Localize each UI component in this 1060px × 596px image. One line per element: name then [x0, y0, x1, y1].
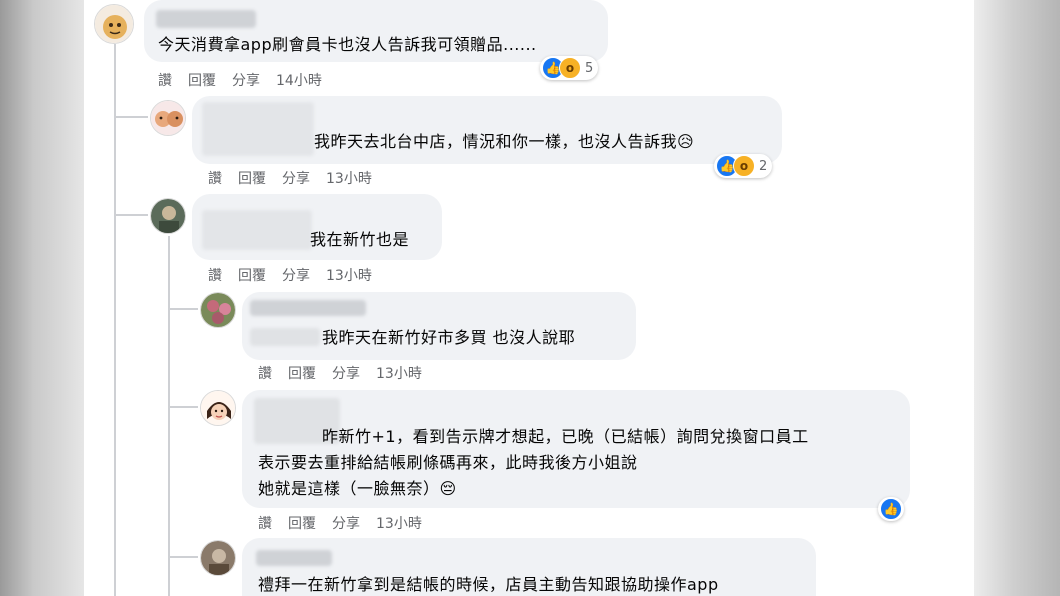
avatar-image — [151, 101, 185, 135]
thread-line — [114, 214, 148, 216]
reply-button[interactable]: 回覆 — [288, 363, 316, 383]
like-button[interactable]: 讚 — [208, 168, 222, 188]
avatar[interactable] — [200, 292, 236, 328]
avatar-image — [201, 293, 235, 327]
like-reaction-icon: 👍 — [880, 498, 902, 520]
avatar-image — [151, 199, 185, 233]
thread-line — [168, 406, 198, 408]
comment-text: 我昨天在新竹好市多買 也沒人說耶 — [322, 328, 576, 347]
timestamp[interactable]: 13小時 — [376, 363, 422, 383]
comment-text: 今天消費拿app刷會員卡也沒人告訴我可領贈品...... — [158, 35, 537, 54]
share-button[interactable]: 分享 — [282, 168, 310, 188]
comment-text: 禮拜一在新竹拿到是結帳的時候，店員主動告知跟協助操作app — [258, 575, 719, 594]
like-button[interactable]: 讚 — [208, 265, 222, 285]
wow-reaction-icon: o — [733, 155, 755, 177]
timestamp[interactable]: 13小時 — [376, 513, 422, 533]
pensive-emoji-icon: 😔 — [439, 479, 457, 498]
comment-text-body: 她就是這樣（一臉無奈） — [258, 479, 440, 498]
reaction-summary[interactable]: 👍 — [878, 497, 904, 521]
timestamp[interactable]: 13小時 — [326, 265, 372, 285]
comment-bubble: 我在新竹也是 — [192, 194, 442, 260]
comment-text-body: 我昨天去北台中店，情況和你一樣，也沒人告訴我 — [314, 132, 678, 151]
reply-button[interactable]: 回覆 — [238, 168, 266, 188]
thread-line — [168, 308, 198, 310]
author-name-blurred[interactable] — [250, 300, 366, 316]
share-button[interactable]: 分享 — [332, 513, 360, 533]
avatar-image — [95, 5, 133, 43]
avatar-image — [201, 541, 235, 575]
comment-bubble: 禮拜一在新竹拿到是結帳的時候，店員主動告知跟協助操作app — [242, 538, 816, 596]
timestamp[interactable]: 14小時 — [276, 70, 322, 90]
thread-line — [168, 236, 170, 596]
thread-line — [168, 556, 198, 558]
comment-actions: 讚 回覆 分享 13小時 — [208, 265, 372, 285]
comment-text: 我在新竹也是 — [310, 230, 410, 249]
like-button[interactable]: 讚 — [258, 513, 272, 533]
avatar-image — [201, 391, 235, 425]
avatar[interactable] — [150, 100, 186, 136]
share-button[interactable]: 分享 — [282, 265, 310, 285]
reply-button[interactable]: 回覆 — [288, 513, 316, 533]
comment-text-line: 她就是這樣（一臉無奈）😔 — [258, 478, 457, 500]
thread-line — [114, 44, 116, 596]
avatar[interactable] — [200, 540, 236, 576]
author-name-blurred[interactable] — [256, 550, 332, 566]
wow-reaction-icon: o — [559, 57, 581, 79]
comment-bubble: 昨新竹+1，看到告示牌才想起，已晚（已結帳）詢問兌換窗口員工 表示要去重排給結帳… — [242, 390, 910, 508]
avatar[interactable] — [94, 4, 134, 44]
comment-actions: 讚 回覆 分享 14小時 — [158, 70, 322, 90]
like-button[interactable]: 讚 — [258, 363, 272, 383]
comment-bubble: 我昨天在新竹好市多買 也沒人說耶 — [242, 292, 636, 360]
comment-actions: 讚 回覆 分享 13小時 — [258, 513, 422, 533]
reply-button[interactable]: 回覆 — [238, 265, 266, 285]
timestamp[interactable]: 13小時 — [326, 168, 372, 188]
comment-thread: 今天消費拿app刷會員卡也沒人告訴我可領贈品...... 👍 o 5 讚 回覆 … — [84, 0, 974, 596]
comment-text-line: 表示要去重排給結帳刷條碼再來，此時我後方小姐說 — [258, 453, 638, 472]
comment-bubble: 我昨天去北台中店，情況和你一樣，也沒人告訴我😥 — [192, 96, 782, 164]
author-name-blurred[interactable] — [202, 102, 314, 156]
like-button[interactable]: 讚 — [158, 70, 172, 90]
comment-bubble: 今天消費拿app刷會員卡也沒人告訴我可領贈品...... — [144, 0, 608, 62]
reaction-summary[interactable]: 👍 o 5 — [540, 56, 599, 80]
crying-emoji-icon: 😥 — [677, 132, 695, 151]
reaction-count: 5 — [585, 60, 594, 76]
background-left — [0, 0, 84, 596]
avatar[interactable] — [200, 390, 236, 426]
thread-line — [114, 116, 148, 118]
comment-text-line: 昨新竹+1，看到告示牌才想起，已晚（已結帳）詢問兌換窗口員工 — [322, 427, 809, 446]
avatar[interactable] — [150, 198, 186, 234]
background-right — [974, 0, 1060, 596]
reaction-count: 2 — [759, 158, 768, 174]
author-name-blurred — [250, 328, 320, 346]
reaction-summary[interactable]: 👍 o 2 — [714, 154, 773, 178]
comment-actions: 讚 回覆 分享 13小時 — [258, 363, 422, 383]
share-button[interactable]: 分享 — [332, 363, 360, 383]
comment-text: 我昨天去北台中店，情況和你一樣，也沒人告訴我😥 — [314, 131, 694, 153]
author-name-blurred[interactable] — [202, 210, 312, 250]
reply-button[interactable]: 回覆 — [188, 70, 216, 90]
share-button[interactable]: 分享 — [232, 70, 260, 90]
author-name-blurred[interactable] — [156, 10, 256, 28]
comment-actions: 讚 回覆 分享 13小時 — [208, 168, 372, 188]
